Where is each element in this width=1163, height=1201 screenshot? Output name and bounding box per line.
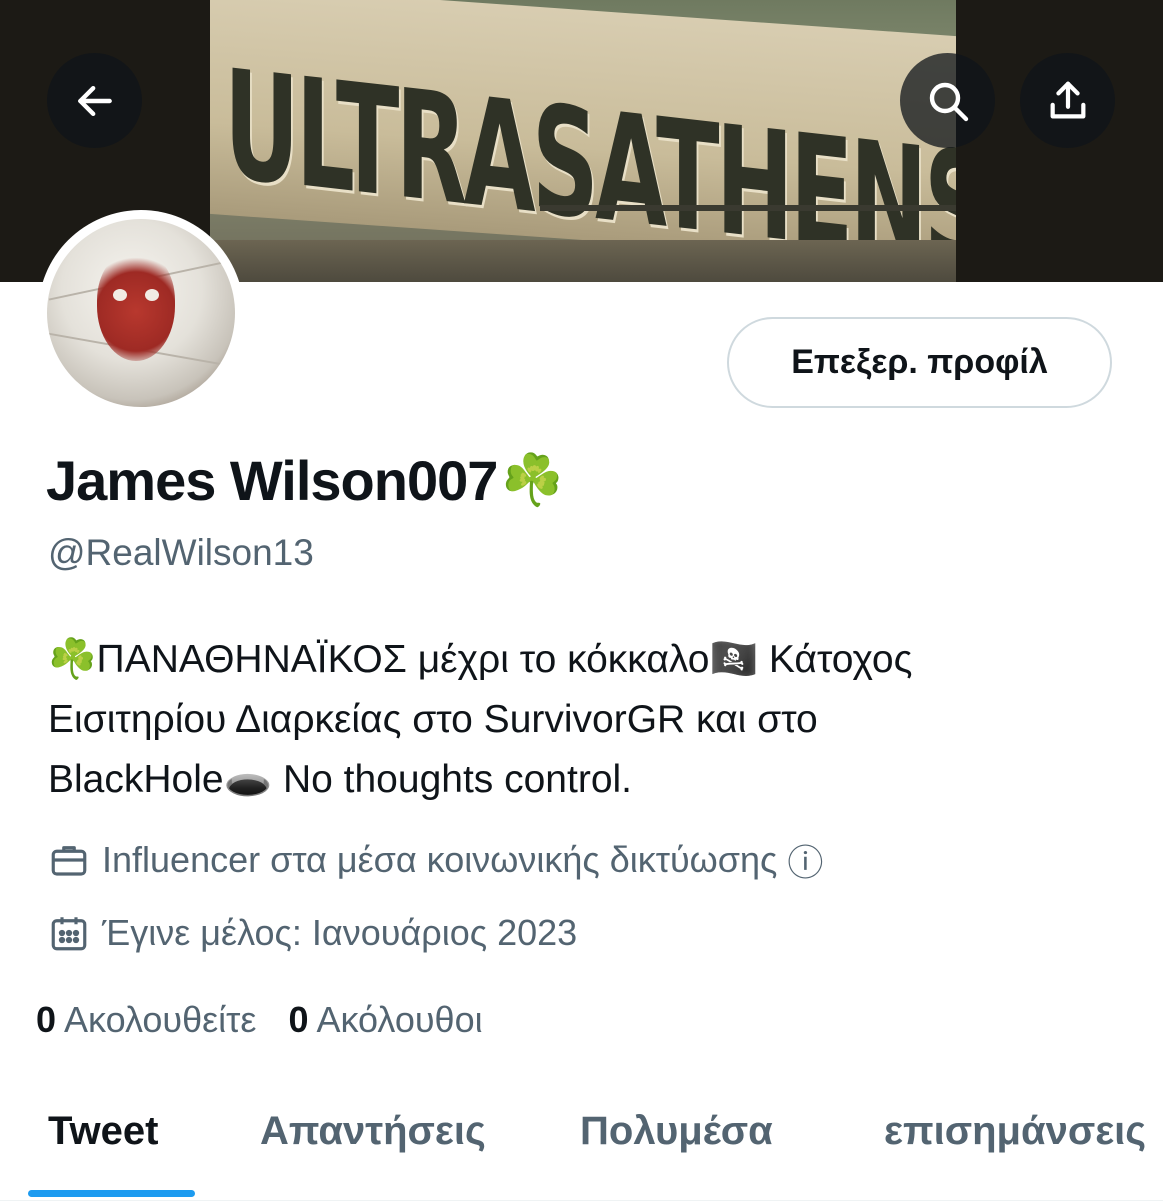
followers-link[interactable]: 0 Ακόλουθοι bbox=[288, 999, 482, 1041]
tab-replies[interactable]: Απαντήσεις bbox=[260, 1109, 486, 1154]
followers-count: 0 bbox=[288, 999, 309, 1040]
info-icon[interactable]: ⓘ bbox=[787, 834, 823, 886]
search-button[interactable] bbox=[900, 53, 995, 148]
active-tab-indicator bbox=[28, 1190, 195, 1197]
arrow-left-icon bbox=[77, 85, 112, 116]
banner-image: ULTRASATHENS bbox=[210, 0, 956, 282]
user-handle: @RealWilson13 bbox=[48, 532, 314, 573]
profile-category: Influencer στα μέσα κοινωνικής δικτύωσης… bbox=[48, 834, 823, 886]
back-button[interactable] bbox=[47, 53, 142, 148]
category-label: Influencer στα μέσα κοινωνικής δικτύωσης bbox=[102, 839, 778, 880]
share-button[interactable] bbox=[1020, 53, 1115, 148]
avatar[interactable] bbox=[38, 210, 244, 416]
display-name-text: James Wilson007 bbox=[46, 449, 498, 512]
avatar-image bbox=[47, 219, 235, 407]
following-count: 0 bbox=[36, 999, 57, 1040]
bio-line: BlackHole🕳️ No thoughts control. bbox=[48, 758, 633, 801]
calendar-icon bbox=[51, 917, 87, 951]
tab-media[interactable]: Πολυμέσα bbox=[580, 1109, 773, 1154]
bio-line: ☘️ΠΑΝΑΘΗΝΑΪΚΟΣ μέχρι το κόκκαλο🏴‍☠️ Κάτο… bbox=[48, 638, 913, 681]
profile-tabs: Tweet Απαντήσεις Πολυμέσα επισημάνσεις bbox=[0, 1095, 1163, 1201]
briefcase-icon bbox=[51, 846, 87, 876]
profile-bio: ☘️ΠΑΝΑΘΗΝΑΪΚΟΣ μέχρι το κόκκαλο🏴‍☠️ Κάτο… bbox=[48, 630, 1138, 810]
display-name: James Wilson007 ☘️ bbox=[46, 448, 564, 513]
follow-stats: 0 Ακολουθείτε 0 Ακόλουθοι bbox=[36, 999, 483, 1041]
share-upload-icon bbox=[1050, 81, 1085, 118]
join-date-label: Έγινε μέλος: Ιανουάριος 2023 bbox=[102, 912, 578, 953]
shamrock-emoji: ☘️ bbox=[501, 452, 563, 508]
search-icon bbox=[929, 82, 968, 121]
join-date: Έγινε μέλος: Ιανουάριος 2023 bbox=[48, 912, 577, 954]
tab-highlights[interactable]: επισημάνσεις bbox=[884, 1109, 1146, 1154]
tab-tweet[interactable]: Tweet bbox=[48, 1109, 158, 1154]
following-label: Ακολουθείτε bbox=[64, 999, 257, 1040]
edit-profile-button[interactable]: Επεξερ. προφίλ bbox=[727, 317, 1112, 408]
followers-label: Ακόλουθοι bbox=[316, 999, 483, 1040]
following-link[interactable]: 0 Ακολουθείτε bbox=[36, 999, 256, 1041]
bio-line: Εισιτηρίου Διαρκείας στο SurvivorGR και … bbox=[48, 698, 818, 741]
